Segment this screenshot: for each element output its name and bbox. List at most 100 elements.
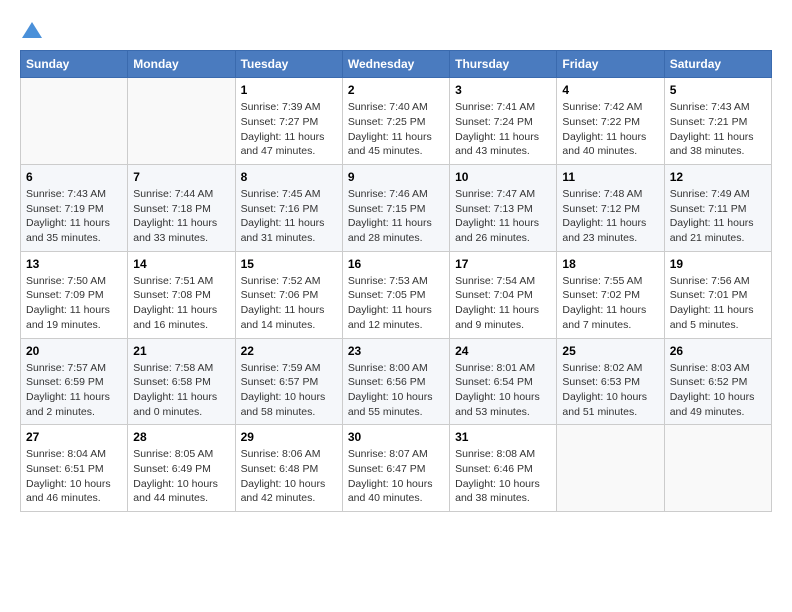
day-info: Sunrise: 8:03 AM Sunset: 6:52 PM Dayligh… [670, 361, 766, 420]
logo [20, 20, 42, 40]
day-number: 28 [133, 430, 229, 444]
day-info: Sunrise: 7:49 AM Sunset: 7:11 PM Dayligh… [670, 187, 766, 246]
day-number: 31 [455, 430, 551, 444]
calendar-week-row: 27 Sunrise: 8:04 AM Sunset: 6:51 PM Dayli… [21, 425, 772, 512]
calendar-cell: 18Sunrise: 7:55 AM Sunset: 7:02 PM Dayli… [557, 251, 664, 338]
calendar-cell: 30Sunrise: 8:07 AM Sunset: 6:47 PM Dayli… [342, 425, 449, 512]
weekday-header-thursday: Thursday [450, 51, 557, 78]
day-number: 2 [348, 83, 444, 97]
day-info: Sunrise: 7:41 AM Sunset: 7:24 PM Dayligh… [455, 100, 551, 159]
day-number: 5 [670, 83, 766, 97]
day-info: Sunrise: 7:46 AM Sunset: 7:15 PM Dayligh… [348, 187, 444, 246]
calendar-cell: 9Sunrise: 7:46 AM Sunset: 7:15 PM Daylig… [342, 165, 449, 252]
calendar-cell: 21 Sunrise: 7:58 AM Sunset: 6:58 PM Dayli… [128, 338, 235, 425]
calendar-cell: 8 Sunrise: 7:45 AM Sunset: 7:16 PM Daylig… [235, 165, 342, 252]
calendar-cell: 2Sunrise: 7:40 AM Sunset: 7:25 PM Daylig… [342, 78, 449, 165]
day-number: 25 [562, 344, 658, 358]
day-number: 16 [348, 257, 444, 271]
day-info: Sunrise: 7:53 AM Sunset: 7:05 PM Dayligh… [348, 274, 444, 333]
weekday-header-sunday: Sunday [21, 51, 128, 78]
calendar-cell: 5 Sunrise: 7:43 AM Sunset: 7:21 PM Daylig… [664, 78, 771, 165]
day-info: Sunrise: 7:57 AM Sunset: 6:59 PM Dayligh… [26, 361, 122, 420]
calendar-cell: 16 Sunrise: 7:53 AM Sunset: 7:05 PM Dayli… [342, 251, 449, 338]
calendar-cell: 27 Sunrise: 8:04 AM Sunset: 6:51 PM Dayli… [21, 425, 128, 512]
day-info: Sunrise: 8:01 AM Sunset: 6:54 PM Dayligh… [455, 361, 551, 420]
day-info: Sunrise: 7:58 AM Sunset: 6:58 PM Dayligh… [133, 361, 229, 420]
day-number: 21 [133, 344, 229, 358]
day-number: 7 [133, 170, 229, 184]
day-number: 18 [562, 257, 658, 271]
day-info: Sunrise: 7:42 AM Sunset: 7:22 PM Dayligh… [562, 100, 658, 159]
calendar-cell: 10 Sunrise: 7:47 AM Sunset: 7:13 PM Dayli… [450, 165, 557, 252]
day-number: 30 [348, 430, 444, 444]
day-number: 3 [455, 83, 551, 97]
calendar-cell [21, 78, 128, 165]
day-info: Sunrise: 7:56 AM Sunset: 7:01 PM Dayligh… [670, 274, 766, 333]
day-info: Sunrise: 8:02 AM Sunset: 6:53 PM Dayligh… [562, 361, 658, 420]
day-number: 27 [26, 430, 122, 444]
day-info: Sunrise: 8:06 AM Sunset: 6:48 PM Dayligh… [241, 447, 337, 506]
day-number: 11 [562, 170, 658, 184]
calendar-week-row: 20 Sunrise: 7:57 AM Sunset: 6:59 PM Dayli… [21, 338, 772, 425]
day-number: 1 [241, 83, 337, 97]
day-number: 17 [455, 257, 551, 271]
calendar-cell: 22 Sunrise: 7:59 AM Sunset: 6:57 PM Dayli… [235, 338, 342, 425]
day-number: 29 [241, 430, 337, 444]
day-info: Sunrise: 7:52 AM Sunset: 7:06 PM Dayligh… [241, 274, 337, 333]
day-info: Sunrise: 7:54 AM Sunset: 7:04 PM Dayligh… [455, 274, 551, 333]
calendar-week-row: 1 Sunrise: 7:39 AM Sunset: 7:27 PM Daylig… [21, 78, 772, 165]
calendar-week-row: 6 Sunrise: 7:43 AM Sunset: 7:19 PM Daylig… [21, 165, 772, 252]
calendar-cell: 11Sunrise: 7:48 AM Sunset: 7:12 PM Dayli… [557, 165, 664, 252]
calendar-cell [557, 425, 664, 512]
weekday-header-wednesday: Wednesday [342, 51, 449, 78]
day-number: 20 [26, 344, 122, 358]
day-number: 14 [133, 257, 229, 271]
day-number: 6 [26, 170, 122, 184]
calendar-cell: 3 Sunrise: 7:41 AM Sunset: 7:24 PM Daylig… [450, 78, 557, 165]
calendar-cell: 7 Sunrise: 7:44 AM Sunset: 7:18 PM Daylig… [128, 165, 235, 252]
calendar-cell: 25 Sunrise: 8:02 AM Sunset: 6:53 PM Dayli… [557, 338, 664, 425]
calendar-cell: 26 Sunrise: 8:03 AM Sunset: 6:52 PM Dayli… [664, 338, 771, 425]
day-number: 4 [562, 83, 658, 97]
day-info: Sunrise: 7:51 AM Sunset: 7:08 PM Dayligh… [133, 274, 229, 333]
day-info: Sunrise: 8:05 AM Sunset: 6:49 PM Dayligh… [133, 447, 229, 506]
day-number: 10 [455, 170, 551, 184]
calendar-cell: 15 Sunrise: 7:52 AM Sunset: 7:06 PM Dayli… [235, 251, 342, 338]
calendar-cell: 28 Sunrise: 8:05 AM Sunset: 6:49 PM Dayli… [128, 425, 235, 512]
day-info: Sunrise: 7:50 AM Sunset: 7:09 PM Dayligh… [26, 274, 122, 333]
calendar-cell: 17 Sunrise: 7:54 AM Sunset: 7:04 PM Dayli… [450, 251, 557, 338]
day-number: 13 [26, 257, 122, 271]
day-info: Sunrise: 7:39 AM Sunset: 7:27 PM Dayligh… [241, 100, 337, 159]
calendar-cell: 19 Sunrise: 7:56 AM Sunset: 7:01 PM Dayli… [664, 251, 771, 338]
day-number: 26 [670, 344, 766, 358]
logo-text [20, 20, 42, 40]
calendar-cell: 13 Sunrise: 7:50 AM Sunset: 7:09 PM Dayli… [21, 251, 128, 338]
calendar-cell: 20 Sunrise: 7:57 AM Sunset: 6:59 PM Dayli… [21, 338, 128, 425]
day-number: 23 [348, 344, 444, 358]
weekday-header-row: SundayMondayTuesdayWednesdayThursdayFrid… [21, 51, 772, 78]
calendar-week-row: 13 Sunrise: 7:50 AM Sunset: 7:09 PM Dayli… [21, 251, 772, 338]
day-number: 8 [241, 170, 337, 184]
calendar-cell: 6 Sunrise: 7:43 AM Sunset: 7:19 PM Daylig… [21, 165, 128, 252]
day-info: Sunrise: 7:47 AM Sunset: 7:13 PM Dayligh… [455, 187, 551, 246]
calendar-cell: 24Sunrise: 8:01 AM Sunset: 6:54 PM Dayli… [450, 338, 557, 425]
calendar-cell: 23 Sunrise: 8:00 AM Sunset: 6:56 PM Dayli… [342, 338, 449, 425]
weekday-header-tuesday: Tuesday [235, 51, 342, 78]
day-info: Sunrise: 7:44 AM Sunset: 7:18 PM Dayligh… [133, 187, 229, 246]
day-info: Sunrise: 8:04 AM Sunset: 6:51 PM Dayligh… [26, 447, 122, 506]
day-info: Sunrise: 7:43 AM Sunset: 7:21 PM Dayligh… [670, 100, 766, 159]
day-info: Sunrise: 7:59 AM Sunset: 6:57 PM Dayligh… [241, 361, 337, 420]
day-info: Sunrise: 8:08 AM Sunset: 6:46 PM Dayligh… [455, 447, 551, 506]
calendar-cell: 14 Sunrise: 7:51 AM Sunset: 7:08 PM Dayli… [128, 251, 235, 338]
day-number: 22 [241, 344, 337, 358]
calendar-cell: 1 Sunrise: 7:39 AM Sunset: 7:27 PM Daylig… [235, 78, 342, 165]
day-info: Sunrise: 7:45 AM Sunset: 7:16 PM Dayligh… [241, 187, 337, 246]
calendar-cell: 12Sunrise: 7:49 AM Sunset: 7:11 PM Dayli… [664, 165, 771, 252]
day-info: Sunrise: 7:43 AM Sunset: 7:19 PM Dayligh… [26, 187, 122, 246]
day-info: Sunrise: 8:00 AM Sunset: 6:56 PM Dayligh… [348, 361, 444, 420]
weekday-header-saturday: Saturday [664, 51, 771, 78]
day-number: 19 [670, 257, 766, 271]
calendar-cell: 4 Sunrise: 7:42 AM Sunset: 7:22 PM Daylig… [557, 78, 664, 165]
weekday-header-friday: Friday [557, 51, 664, 78]
day-number: 15 [241, 257, 337, 271]
